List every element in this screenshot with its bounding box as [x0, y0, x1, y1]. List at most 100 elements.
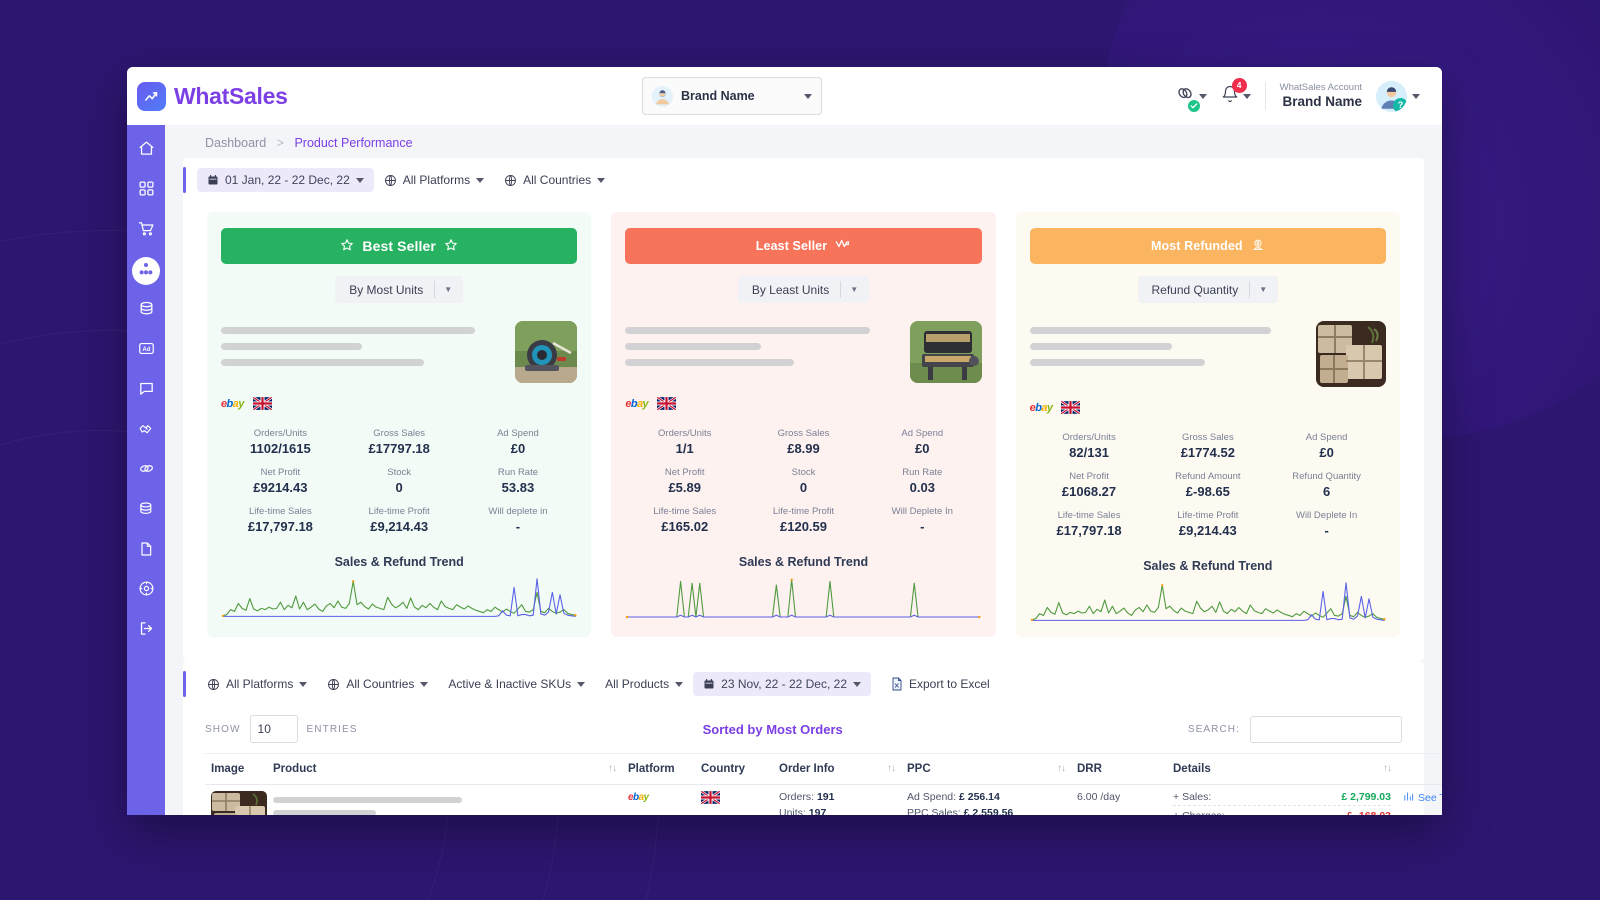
column-label: DRR	[1077, 763, 1102, 775]
table-filter-skus[interactable]: Active & Inactive SKUs	[438, 672, 595, 696]
integrations-button[interactable]	[1175, 84, 1207, 112]
table-filter-date-range-label: 23 Nov, 22 - 22 Dec, 22	[721, 677, 847, 691]
detail-value-sales: £ 2,799.03	[1341, 791, 1391, 803]
sidebar-item-product-performance[interactable]	[132, 257, 160, 285]
stat-row: Orders/Units 1102/1615 Gross Sales £17797.…	[221, 424, 577, 463]
filter-countries-label: All Countries	[523, 173, 592, 187]
sidebar-item-logout[interactable]	[132, 617, 160, 645]
column-header-order-info[interactable]: Order Info ↑↓	[773, 753, 901, 785]
stat-cell: Gross Sales £17797.18	[340, 424, 459, 463]
ebay-logo-icon: ebay	[625, 397, 649, 410]
sidebar-item-reports[interactable]	[132, 537, 160, 565]
row-thumbnail[interactable]	[211, 791, 267, 815]
stat-cell: Life-time Profit £120.59	[744, 502, 863, 541]
product-thumbnail[interactable]	[1315, 321, 1386, 387]
table-filter-countries[interactable]: All Countries	[317, 672, 438, 696]
sidebar-item-settings[interactable]	[132, 577, 160, 605]
sidebar-item-deals[interactable]	[132, 417, 160, 445]
stat-cell: Orders/Units 82/131	[1030, 428, 1149, 467]
account-menu-button[interactable]: ?	[1376, 80, 1420, 112]
sort-icon[interactable]: ↑↓	[1057, 763, 1066, 774]
sidebar-item-links[interactable]	[132, 457, 160, 485]
best-seller-sort-label: By Most Units	[349, 282, 424, 297]
ppc-line-1: Ad Spend: £ 256.14	[907, 791, 1065, 803]
best-seller-trend-chart	[221, 575, 577, 619]
app-logo[interactable]: WhatSales	[137, 81, 427, 111]
ebay-logo-icon: ebay	[1029, 401, 1053, 414]
stat-value: £9214.43	[253, 480, 308, 495]
stat-label: Gross Sales	[373, 428, 426, 439]
sidebar-item-messages[interactable]	[132, 377, 160, 405]
stat-label: Gross Sales	[1181, 432, 1234, 443]
sidebar-item-dashboard[interactable]	[132, 177, 160, 205]
sort-icon[interactable]: ↑↓	[608, 763, 617, 774]
export-to-excel-button[interactable]: Export to Excel	[881, 672, 1000, 696]
least-seller-trend-title: Sales & Refund Trend	[738, 555, 869, 569]
best-seller-card-header: Best Seller	[221, 228, 578, 264]
filter-date-range[interactable]: 01 Jan, 22 - 22 Dec, 22	[197, 168, 374, 192]
see-trend-link[interactable]: See Trend	[1403, 791, 1442, 805]
chevron-down-icon: ▼	[850, 285, 859, 294]
breadcrumb-current[interactable]: Product Performance	[294, 136, 412, 150]
stat-cell: Run Rate 53.83	[459, 463, 578, 502]
column-header-product[interactable]: Product ↑↓	[267, 753, 622, 785]
uk-flag-icon	[657, 397, 677, 410]
account-status-icon: ?	[1393, 97, 1407, 112]
notifications-button[interactable]: 4	[1221, 77, 1251, 108]
sidebar-item-home[interactable]	[132, 137, 160, 165]
brand-selector[interactable]: Brand Name	[642, 77, 822, 115]
sidebar: Ad	[127, 125, 165, 815]
sidebar-item-orders[interactable]	[132, 217, 160, 245]
chevron-down-icon	[476, 177, 485, 183]
filter-platforms[interactable]: All Platforms	[374, 168, 494, 192]
least-seller-trend-chart	[625, 575, 981, 619]
column-label: Order Info	[779, 763, 835, 775]
column-header-ppc[interactable]: PPC ↑↓	[901, 753, 1071, 785]
entries-input[interactable]	[249, 715, 298, 743]
table-filter-date-range[interactable]: 23 Nov, 22 - 22 Dec, 22	[693, 672, 871, 696]
breadcrumb-root[interactable]: Dashboard	[205, 136, 266, 150]
most-refunded-sort-label: Refund Quantity	[1151, 282, 1239, 297]
sorted-by-label: Sorted by Most Orders	[702, 721, 843, 737]
column-header-trend[interactable]: ↑↓	[1397, 753, 1442, 785]
table-row[interactable]: ebay Orders: 191 Units: 197 Ad Spend: £ …	[205, 785, 1442, 815]
sidebar-item-ads[interactable]: Ad	[132, 337, 160, 365]
order-info-label: Orders:	[779, 791, 815, 803]
stat-label: Run Rate	[497, 467, 539, 478]
sidebar-item-finances[interactable]	[132, 297, 160, 325]
stat-value: 0	[395, 480, 403, 495]
column-header-platform: Platform	[622, 753, 695, 785]
stat-value: 0.03	[909, 480, 935, 495]
most-refunded-sort-selector[interactable]: Refund Quantity ▼	[1137, 276, 1279, 303]
stat-cell: Refund Amount £-98.65	[1148, 467, 1267, 506]
star-icon	[340, 238, 354, 255]
least-seller-sort-selector[interactable]: By Least Units ▼	[737, 276, 870, 303]
table-filter-products[interactable]: All Products	[595, 672, 693, 696]
best-seller-sort-selector[interactable]: By Most Units ▼	[335, 276, 464, 303]
table-filter-platforms[interactable]: All Platforms	[197, 672, 317, 696]
table-filter-products-label: All Products	[605, 677, 670, 691]
most-refunded-card-title: Most Refunded	[1151, 239, 1243, 253]
filter-countries[interactable]: All Countries	[494, 168, 615, 192]
column-label: Country	[701, 763, 746, 775]
stat-label: Life-time Sales	[248, 506, 312, 517]
stat-value: £17797.18	[368, 441, 430, 456]
top-filter-bar: 01 Jan, 22 - 22 Dec, 22 All Platforms Al…	[183, 158, 1424, 202]
sort-icon[interactable]: ↑↓	[1383, 763, 1392, 774]
notification-count-badge: 4	[1231, 77, 1247, 93]
money-stack-icon	[138, 500, 155, 522]
uk-flag-icon	[252, 397, 272, 410]
stat-cell: Life-time Sales £165.02	[625, 502, 744, 541]
product-thumbnail[interactable]	[515, 321, 578, 383]
products-stack-icon	[138, 261, 154, 282]
check-circle-icon	[1187, 99, 1200, 112]
ebay-logo-icon: ebay	[628, 792, 649, 803]
sort-icon[interactable]: ↑↓	[887, 763, 896, 774]
cell-ppc: Ad Spend: £ 256.14 PPC Sales: £ 2,559.56	[901, 785, 1071, 815]
search-input[interactable]	[1250, 715, 1402, 743]
column-header-details[interactable]: Details ↑↓	[1167, 753, 1397, 785]
sidebar-item-payouts[interactable]	[132, 497, 160, 525]
stat-row: Life-time Sales £17,797.18 Life-time Prof…	[221, 502, 577, 541]
logout-icon	[138, 620, 155, 642]
product-thumbnail[interactable]	[909, 321, 982, 383]
